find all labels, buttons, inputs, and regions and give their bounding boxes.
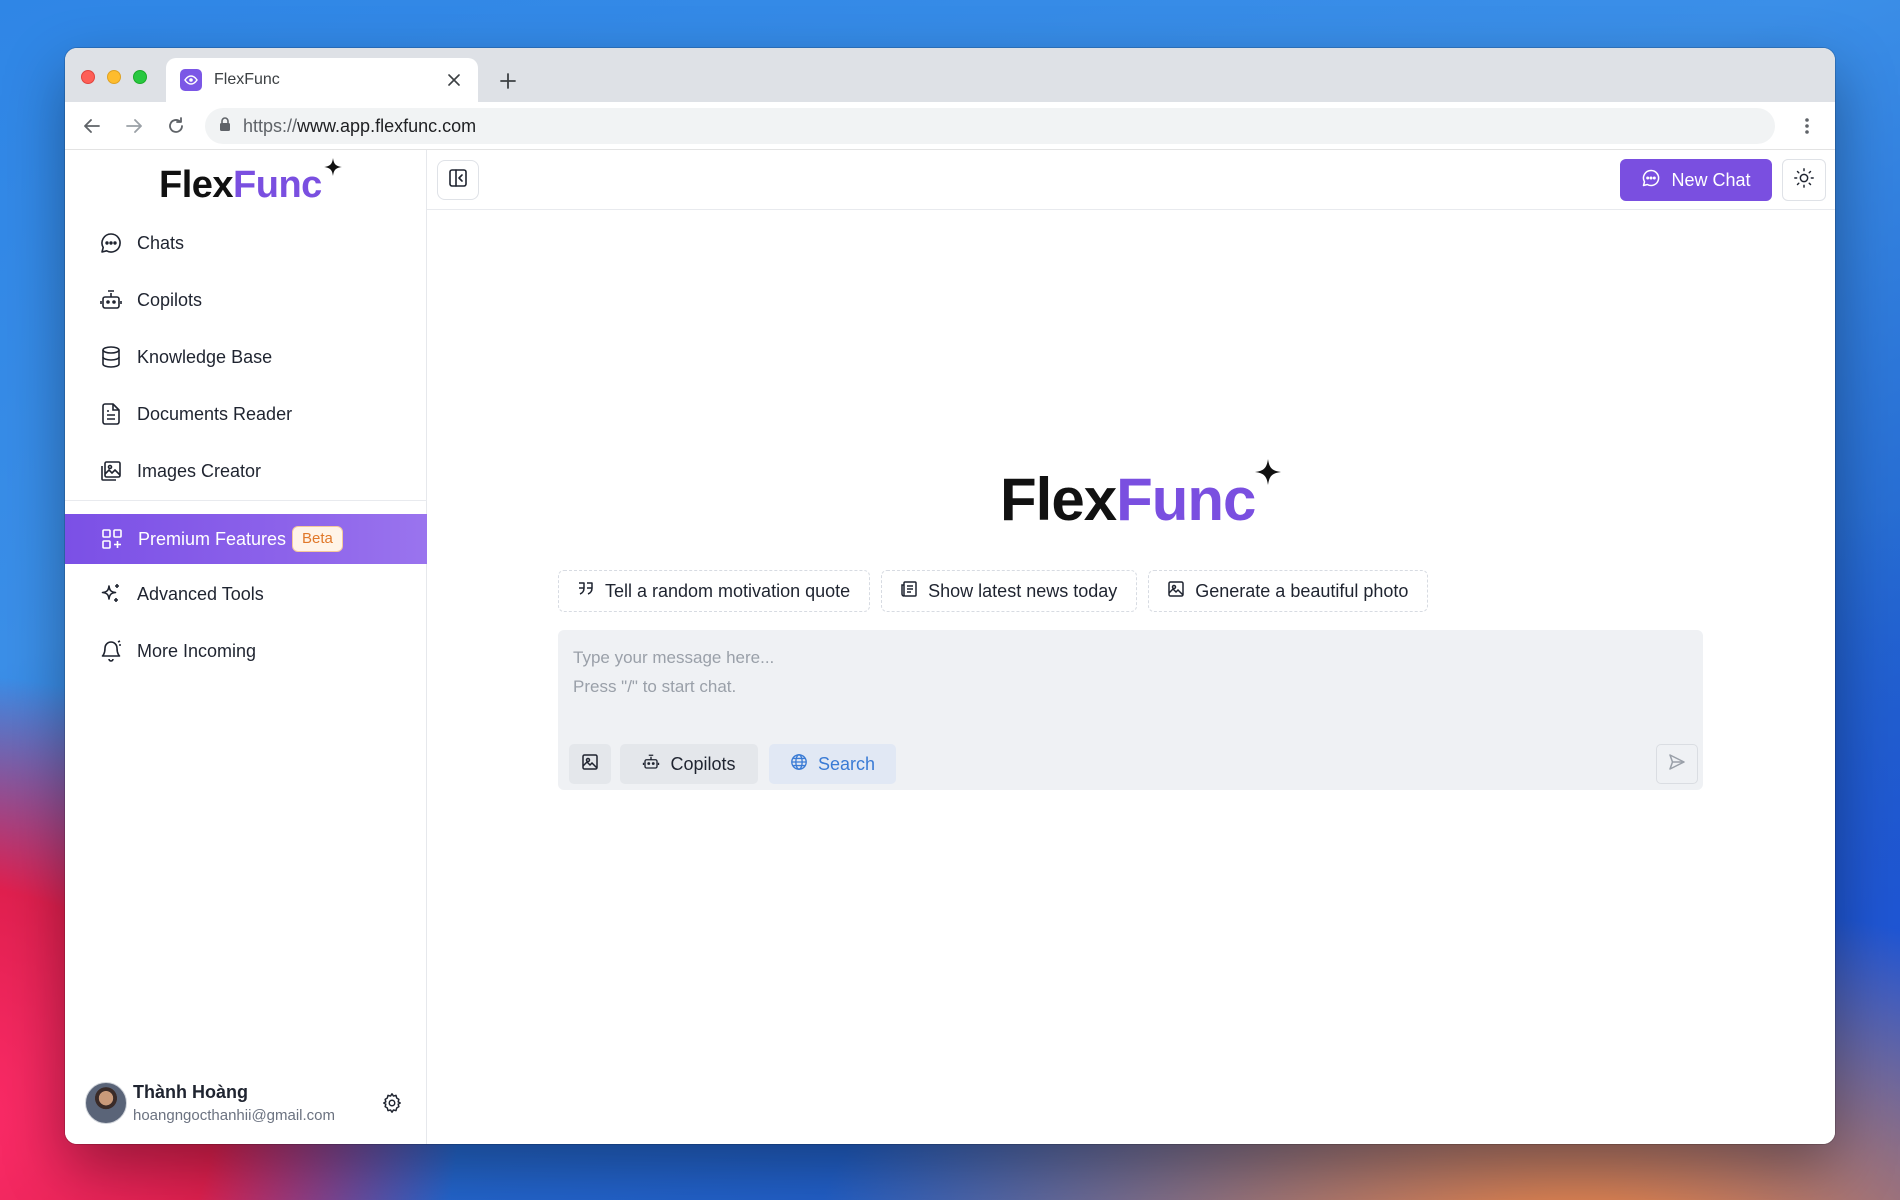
close-window-button[interactable]: [81, 70, 95, 84]
sidebar-logo[interactable]: FlexFunc: [159, 158, 342, 210]
browser-window: FlexFunc https://www.app.flexfunc.com Fl…: [65, 48, 1835, 1144]
close-tab-icon[interactable]: [444, 70, 464, 90]
main-panel: New Chat FlexFunc Tell a random motivati…: [427, 150, 1835, 1144]
suggestion-list: Tell a random motivation quote Show late…: [558, 570, 1429, 612]
app-root: FlexFunc Chats Copilots Knowledge Base D…: [65, 150, 1835, 1144]
suggestion-label: Show latest news today: [928, 580, 1118, 601]
sidebar-item-label: Copilots: [137, 289, 203, 310]
sidebar-item-advanced-tools[interactable]: Advanced Tools: [65, 570, 427, 618]
message-input[interactable]: Type your message here... Press "/" to s…: [573, 643, 774, 701]
sidebar-divider: [65, 500, 427, 501]
grid-icon: [100, 527, 124, 551]
quote-icon: [577, 580, 595, 603]
avatar[interactable]: [85, 1082, 127, 1124]
maximize-window-button[interactable]: [133, 70, 147, 84]
url-text: https://www.app.flexfunc.com: [243, 115, 477, 136]
forward-arrow-icon[interactable]: [121, 113, 147, 139]
chat-bubble-icon: [99, 231, 123, 255]
beta-badge: Beta: [292, 526, 343, 552]
gear-icon[interactable]: [379, 1090, 405, 1116]
hero-logo: FlexFunc: [1000, 459, 1282, 535]
sidebar-item-label: Premium Features: [138, 528, 287, 549]
main-header: New Chat: [427, 150, 1835, 210]
sidebar-item-chats[interactable]: Chats: [65, 219, 427, 267]
copilots-label: Copilots: [670, 753, 736, 774]
bell-icon: [99, 639, 123, 663]
sidebar-item-premium-features[interactable]: Premium Features Beta: [65, 514, 427, 564]
tab-title: FlexFunc: [214, 71, 280, 88]
database-icon: [99, 345, 123, 369]
message-composer[interactable]: Type your message here... Press "/" to s…: [558, 630, 1703, 790]
globe-icon: [790, 753, 808, 776]
sidebar-item-label: Advanced Tools: [137, 583, 264, 604]
browser-tab[interactable]: FlexFunc: [166, 58, 478, 102]
sidebar-toggle-icon: [448, 168, 468, 193]
new-chat-label: New Chat: [1671, 169, 1751, 190]
user-info: Thành Hoàng hoangngocthanhii@gmail.com: [133, 1082, 335, 1124]
attach-image-button[interactable]: [569, 744, 611, 784]
send-icon: [1668, 753, 1686, 776]
suggestion-label: Generate a beautiful photo: [1195, 580, 1409, 601]
image-upload-icon: [581, 753, 599, 776]
address-toolbar: https://www.app.flexfunc.com: [65, 102, 1835, 150]
suggestion-motivation-quote[interactable]: Tell a random motivation quote: [558, 570, 871, 612]
image-icon: [1167, 580, 1185, 603]
suggestion-latest-news[interactable]: Show latest news today: [881, 570, 1138, 612]
sidebar-item-images-creator[interactable]: Images Creator: [65, 447, 427, 495]
user-name: Thành Hoàng: [133, 1082, 248, 1102]
chat-bubble-icon: [1641, 168, 1661, 193]
toggle-sidebar-button[interactable]: [437, 160, 479, 200]
sidebar-item-label: Chats: [137, 232, 185, 253]
favicon-icon: [180, 69, 202, 91]
sparkle-icon: [99, 582, 123, 606]
search-toggle-button[interactable]: Search: [769, 744, 896, 784]
sidebar-item-label: Documents Reader: [137, 403, 293, 424]
sun-icon: [1793, 167, 1815, 194]
suggestion-beautiful-photo[interactable]: Generate a beautiful photo: [1148, 570, 1429, 612]
sparkle-icon: [323, 158, 342, 181]
theme-toggle-button[interactable]: [1782, 159, 1826, 201]
copilots-button[interactable]: Copilots: [620, 744, 758, 784]
document-icon: [99, 402, 123, 426]
back-arrow-icon[interactable]: [79, 113, 105, 139]
send-button[interactable]: [1656, 744, 1698, 784]
image-icon: [99, 459, 123, 483]
search-label: Search: [817, 753, 876, 774]
sidebar-item-label: Knowledge Base: [137, 346, 273, 367]
sidebar: FlexFunc Chats Copilots Knowledge Base D…: [65, 150, 427, 1144]
robot-icon: [642, 753, 660, 776]
suggestion-label: Tell a random motivation quote: [605, 580, 851, 601]
lock-icon: [219, 116, 231, 136]
user-email: hoangngocthanhii@gmail.com: [133, 1107, 336, 1124]
browser-menu-icon[interactable]: [1797, 114, 1817, 138]
new-chat-button[interactable]: New Chat: [1620, 159, 1772, 201]
robot-icon: [99, 288, 123, 312]
url-bar[interactable]: https://www.app.flexfunc.com: [205, 108, 1775, 144]
reload-icon[interactable]: [163, 113, 189, 139]
sidebar-item-label: More Incoming: [137, 640, 257, 661]
user-profile[interactable]: Thành Hoàng hoangngocthanhii@gmail.com: [85, 1078, 405, 1128]
minimize-window-button[interactable]: [107, 70, 121, 84]
sidebar-item-knowledge-base[interactable]: Knowledge Base: [65, 333, 427, 381]
sidebar-item-label: Images Creator: [137, 460, 262, 481]
sidebar-item-documents-reader[interactable]: Documents Reader: [65, 390, 427, 438]
sidebar-item-copilots[interactable]: Copilots: [65, 276, 427, 324]
new-tab-icon[interactable]: [493, 66, 523, 96]
newspaper-icon: [900, 580, 918, 603]
tab-strip: FlexFunc: [65, 48, 1835, 102]
sparkle-icon: [1255, 459, 1282, 490]
sidebar-item-more-incoming[interactable]: More Incoming: [65, 627, 427, 675]
placeholder-line: Press "/" to start chat.: [573, 677, 737, 696]
placeholder-line: Type your message here...: [573, 648, 775, 667]
